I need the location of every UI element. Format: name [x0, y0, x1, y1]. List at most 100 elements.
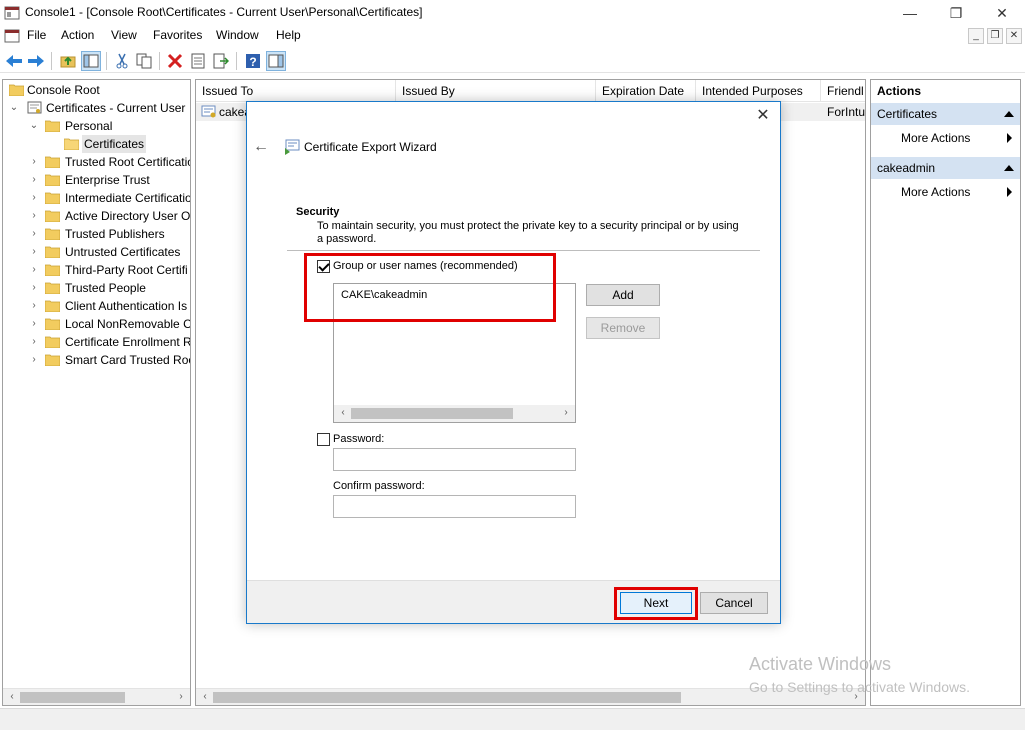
- document-icon: [4, 29, 20, 43]
- chevron-right-icon[interactable]: ›: [29, 315, 39, 333]
- help-icon[interactable]: ?: [243, 51, 263, 71]
- close-window-button[interactable]: ✕: [979, 0, 1025, 26]
- more-actions-cakeadmin[interactable]: More Actions: [871, 182, 1020, 202]
- back-icon[interactable]: [4, 51, 24, 71]
- chevron-down-icon[interactable]: ⌄: [9, 99, 19, 117]
- certificate-wizard-icon: [285, 139, 300, 155]
- scroll-left-arrow-icon[interactable]: ‹: [336, 406, 350, 420]
- chevron-right-icon[interactable]: ›: [29, 207, 39, 225]
- mdi-close-button[interactable]: ✕: [1006, 28, 1022, 44]
- column-header-issued-by[interactable]: Issued By: [396, 80, 596, 102]
- toolbar-separator: [51, 52, 52, 70]
- window-title: Console1 - [Console Root\Certificates - …: [25, 5, 423, 19]
- scroll-right-arrow-icon[interactable]: ›: [559, 406, 573, 420]
- chevron-right-icon[interactable]: ›: [29, 333, 39, 351]
- remove-button[interactable]: Remove: [586, 317, 660, 339]
- menu-view[interactable]: View: [111, 28, 137, 42]
- confirm-password-field[interactable]: [333, 495, 576, 518]
- menu-bar: File Action View Favorites Window Help: [0, 26, 1025, 46]
- cancel-button[interactable]: Cancel: [700, 592, 768, 614]
- cut-icon[interactable]: [112, 51, 132, 71]
- folder-icon: [45, 210, 60, 222]
- copy-icon[interactable]: [134, 51, 154, 71]
- up-folder-icon[interactable]: [58, 51, 78, 71]
- maximize-button[interactable]: ❐: [933, 0, 979, 26]
- scrollbar-thumb[interactable]: [20, 692, 125, 703]
- chevron-right-icon[interactable]: ›: [29, 297, 39, 315]
- scrollbar-thumb[interactable]: [351, 408, 513, 419]
- minimize-button[interactable]: —: [887, 0, 933, 26]
- folder-icon: [45, 336, 60, 348]
- forward-icon[interactable]: [26, 51, 46, 71]
- chevron-down-icon[interactable]: ⌄: [29, 117, 39, 135]
- properties-icon[interactable]: [188, 51, 208, 71]
- scroll-right-arrow-icon[interactable]: ›: [174, 690, 188, 704]
- section-divider: [287, 250, 760, 251]
- activation-watermark-subtitle: Go to Settings to activate Windows.: [749, 679, 970, 695]
- certificate-export-wizard-dialog: ✕ ← Certificate Export Wizard Security T…: [246, 101, 781, 624]
- section-description: To maintain security, you must protect t…: [317, 220, 739, 245]
- submenu-arrow-icon: [1007, 133, 1012, 143]
- more-actions-certificates[interactable]: More Actions: [871, 128, 1020, 148]
- chevron-right-icon[interactable]: ›: [29, 279, 39, 297]
- chevron-right-icon[interactable]: ›: [29, 261, 39, 279]
- confirm-password-label: Confirm password:: [333, 480, 425, 492]
- folder-icon: [45, 120, 60, 132]
- actions-pane: Actions Certificates More Actions cakead…: [870, 79, 1021, 706]
- scrollbar-thumb[interactable]: [213, 692, 681, 703]
- toolbar-separator: [236, 52, 237, 70]
- certificate-store-icon: [27, 101, 42, 114]
- folder-icon: [45, 282, 60, 294]
- column-header-friendly-name[interactable]: Friendl: [821, 80, 865, 102]
- certificate-icon: [201, 105, 216, 118]
- menu-action[interactable]: Action: [61, 28, 94, 42]
- scroll-left-arrow-icon[interactable]: ‹: [198, 690, 212, 704]
- menu-window[interactable]: Window: [216, 28, 259, 42]
- chevron-right-icon[interactable]: ›: [29, 189, 39, 207]
- cell-friendly-name: ForIntu: [827, 105, 866, 119]
- chevron-right-icon[interactable]: ›: [29, 171, 39, 189]
- chevron-right-icon[interactable]: ›: [29, 243, 39, 261]
- scroll-left-arrow-icon[interactable]: ‹: [5, 690, 19, 704]
- collapse-triangle-icon[interactable]: [1004, 165, 1014, 171]
- chevron-right-icon[interactable]: ›: [29, 153, 39, 171]
- show-hide-tree-icon[interactable]: [81, 51, 101, 71]
- next-highlight-box: [614, 587, 698, 620]
- show-hide-action-pane-icon[interactable]: [266, 51, 286, 71]
- toolbar-separator: [106, 52, 107, 70]
- folder-icon: [45, 174, 60, 186]
- principals-horizontal-scrollbar[interactable]: ‹ ›: [334, 405, 575, 422]
- column-header-intended-purposes[interactable]: Intended Purposes: [696, 80, 821, 102]
- folder-icon: [45, 192, 60, 204]
- dialog-footer: Next Cancel: [247, 580, 780, 623]
- delete-icon[interactable]: [165, 51, 185, 71]
- section-title: Security: [296, 206, 340, 218]
- mmc-app-icon: [4, 6, 20, 20]
- mdi-minimize-button[interactable]: _: [968, 28, 984, 44]
- tree-horizontal-scrollbar[interactable]: ‹ ›: [3, 688, 190, 705]
- column-header-expiration-date[interactable]: Expiration Date: [596, 80, 696, 102]
- svg-text:?: ?: [249, 55, 256, 69]
- activation-watermark-title: Activate Windows: [749, 654, 892, 674]
- menu-file[interactable]: File: [27, 28, 46, 42]
- chevron-right-icon[interactable]: ›: [29, 225, 39, 243]
- wizard-title: Certificate Export Wizard: [304, 140, 437, 154]
- folder-icon: [9, 84, 24, 96]
- password-field[interactable]: [333, 448, 576, 471]
- submenu-arrow-icon: [1007, 187, 1012, 197]
- menu-favorites[interactable]: Favorites: [153, 28, 202, 42]
- group-highlight-box: [304, 253, 556, 322]
- password-checkbox[interactable]: [317, 433, 330, 446]
- add-button[interactable]: Add: [586, 284, 660, 306]
- console-tree-pane[interactable]: Console Root ⌄ Certificates - Current Us…: [2, 79, 191, 706]
- mdi-restore-button[interactable]: ❐: [987, 28, 1003, 44]
- export-list-icon[interactable]: [211, 51, 231, 71]
- folder-icon: [45, 318, 60, 330]
- chevron-right-icon[interactable]: ›: [29, 351, 39, 369]
- actions-section-cakeadmin[interactable]: cakeadmin: [871, 157, 1020, 179]
- collapse-triangle-icon[interactable]: [1004, 111, 1014, 117]
- back-arrow-icon[interactable]: ←: [253, 138, 269, 156]
- actions-section-certificates[interactable]: Certificates: [871, 103, 1020, 125]
- menu-help[interactable]: Help: [276, 28, 301, 42]
- dialog-close-button[interactable]: ✕: [754, 107, 772, 125]
